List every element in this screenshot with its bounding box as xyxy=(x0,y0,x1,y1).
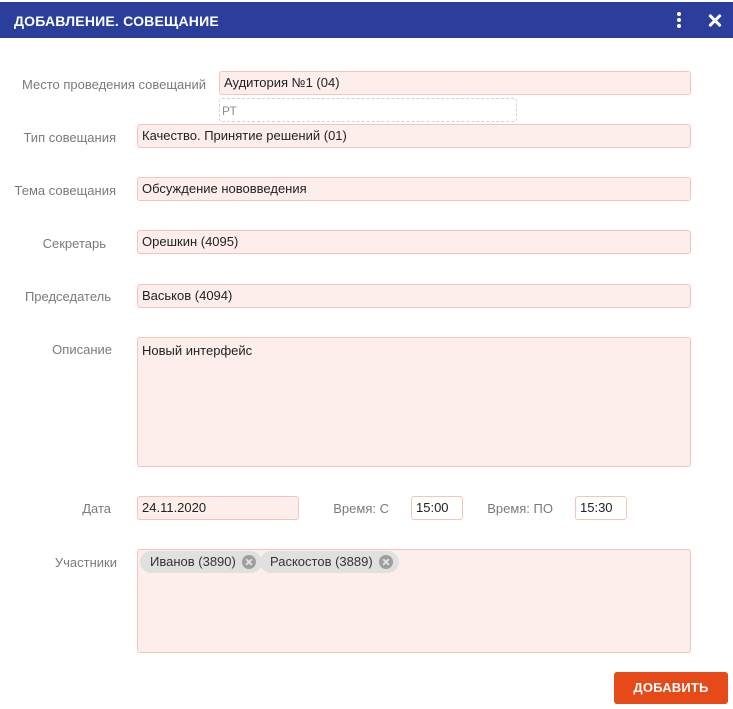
dialog-header: ДОБАВЛЕНИЕ. СОВЕЩАНИЕ xyxy=(0,2,733,38)
place-suggestion[interactable]: РТ xyxy=(219,98,517,122)
time-from-field[interactable]: 15:00 xyxy=(411,496,463,520)
remove-chip-icon[interactable] xyxy=(378,555,393,569)
type-field[interactable]: Качество. Принятие решений (01) xyxy=(137,124,691,148)
place-label: Место проведения совещаний xyxy=(22,77,206,92)
participant-name: Раскостов (3889) xyxy=(270,554,373,569)
participant-name: Иванов (3890) xyxy=(150,554,236,569)
add-button[interactable]: ДОБАВИТЬ xyxy=(614,672,728,704)
place-field[interactable]: Аудитория №1 (04) xyxy=(219,71,691,95)
dialog-title: ДОБАВЛЕНИЕ. СОВЕЩАНИЕ xyxy=(14,13,219,29)
close-icon[interactable] xyxy=(701,5,729,35)
time-from-label: Время: С xyxy=(333,501,389,516)
remove-chip-icon[interactable] xyxy=(241,555,256,569)
participant-chip: Раскостов (3889) xyxy=(260,551,399,573)
participants-label: Участники xyxy=(54,555,117,570)
chairman-field[interactable]: Васьков (4094) xyxy=(137,284,691,308)
add-meeting-dialog: ДОБАВЛЕНИЕ. СОВЕЩАНИЕ Место проведения с… xyxy=(0,0,733,709)
date-field[interactable]: 24.11.2020 xyxy=(137,496,299,520)
time-to-label: Время: ПО xyxy=(487,501,553,516)
topic-label: Тема совещания xyxy=(14,183,117,198)
secretary-field[interactable]: Орешкин (4095) xyxy=(137,230,691,254)
topic-field[interactable]: Обсуждение нововведения xyxy=(137,177,691,201)
secretary-label: Секретарь xyxy=(42,236,106,251)
time-to-field[interactable]: 15:30 xyxy=(575,496,627,520)
type-label: Тип совещания xyxy=(23,130,116,145)
date-label: Дата xyxy=(82,501,111,516)
description-label: Описание xyxy=(52,342,112,357)
description-textarea[interactable]: Новый интерфейс xyxy=(137,337,691,467)
participant-chip: Иванов (3890) xyxy=(140,551,262,573)
more-vertical-icon[interactable] xyxy=(671,10,687,32)
chairman-label: Председатель xyxy=(24,289,111,304)
